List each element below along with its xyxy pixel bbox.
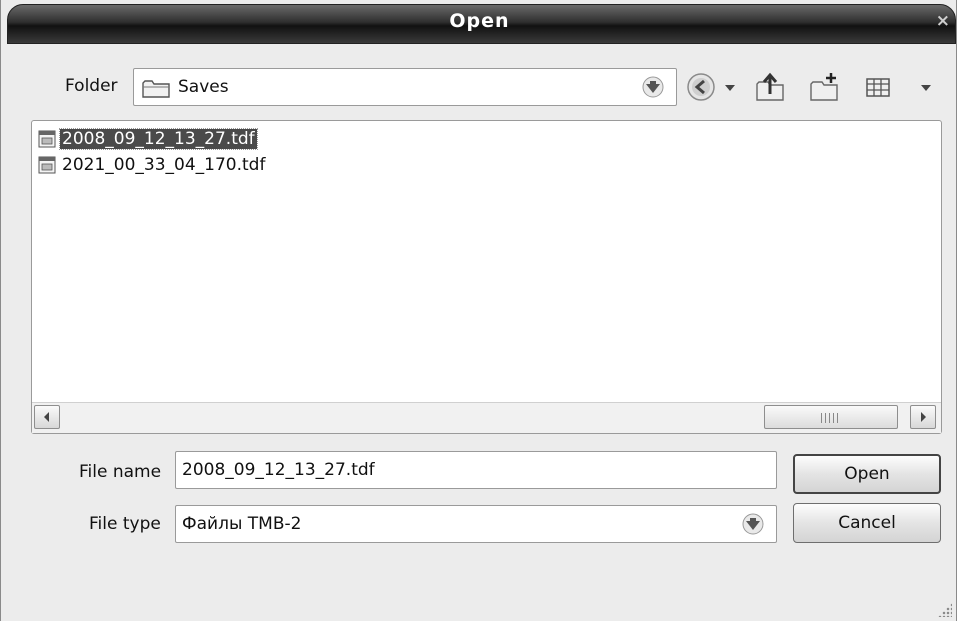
scroll-right-icon bbox=[921, 412, 926, 422]
file-type-select[interactable]: Файлы ТМВ-2 bbox=[175, 505, 777, 543]
folder-icon bbox=[142, 80, 170, 98]
file-list[interactable]: 2008_09_12_13_27.tdf 2021_00_33_04_170.t… bbox=[31, 120, 942, 434]
file-name-value: 2008_09_12_13_27.tdf bbox=[182, 460, 375, 480]
folder-label: Folder bbox=[65, 76, 118, 96]
new-folder-icon[interactable] bbox=[807, 70, 841, 104]
file-name-label: File name bbox=[79, 462, 162, 482]
horizontal-scrollbar[interactable] bbox=[32, 402, 941, 433]
file-name-field[interactable]: 2008_09_12_13_27.tdf bbox=[175, 451, 777, 489]
view-dropdown-icon[interactable] bbox=[917, 70, 935, 104]
open-dialog: Open × Folder Saves 2008_09_12_13_27.tdf… bbox=[0, 0, 957, 621]
combo-arrow-icon[interactable] bbox=[740, 512, 766, 536]
back-dropdown-icon[interactable] bbox=[721, 70, 739, 104]
open-button[interactable]: Open bbox=[793, 454, 941, 494]
file-icon bbox=[38, 156, 56, 174]
file-name: 2021_00_33_04_170.tdf bbox=[62, 155, 266, 175]
folder-combo[interactable]: Saves bbox=[133, 68, 677, 106]
file-type-label: File type bbox=[89, 514, 161, 534]
resize-grip[interactable] bbox=[938, 603, 952, 617]
up-folder-icon[interactable] bbox=[753, 70, 787, 104]
file-icon bbox=[38, 130, 56, 148]
folder-value: Saves bbox=[178, 77, 229, 97]
list-item[interactable]: 2021_00_33_04_170.tdf bbox=[38, 153, 267, 177]
scroll-thumb[interactable] bbox=[764, 405, 898, 429]
file-name: 2008_09_12_13_27.tdf bbox=[59, 128, 258, 150]
title-bar[interactable]: Open × bbox=[1, 0, 957, 44]
scroll-left-icon bbox=[44, 412, 49, 422]
view-menu-icon[interactable] bbox=[863, 70, 893, 104]
scroll-right-button[interactable] bbox=[910, 405, 936, 429]
scroll-left-button[interactable] bbox=[34, 405, 60, 429]
back-icon[interactable] bbox=[685, 70, 717, 104]
list-item[interactable]: 2008_09_12_13_27.tdf bbox=[38, 127, 258, 151]
scroll-grip bbox=[821, 413, 841, 423]
dialog-title: Open bbox=[449, 10, 510, 32]
close-icon[interactable]: × bbox=[936, 11, 950, 31]
combo-arrow-icon[interactable] bbox=[640, 75, 666, 99]
cancel-button[interactable]: Cancel bbox=[793, 503, 941, 543]
file-type-value: Файлы ТМВ-2 bbox=[182, 514, 302, 534]
